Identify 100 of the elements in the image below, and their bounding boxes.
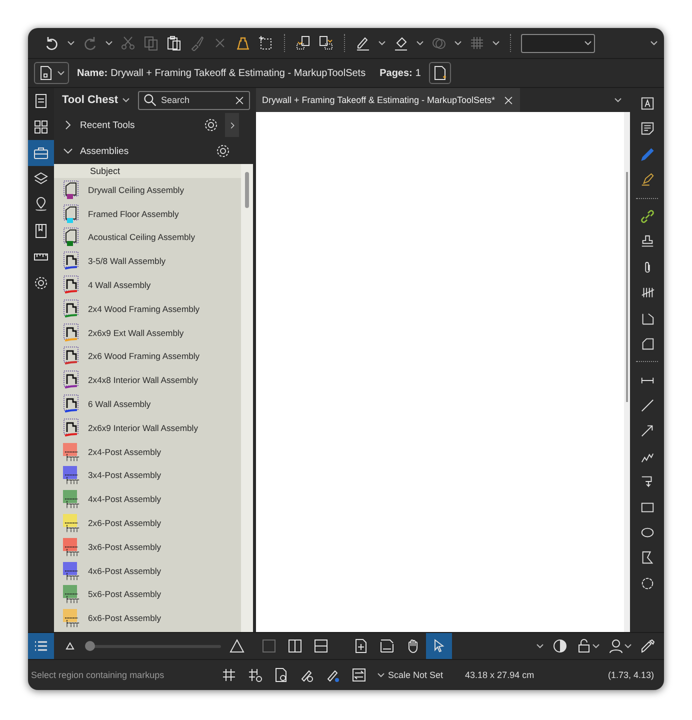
tool-item[interactable]: 3x6-Post Assembly <box>88 542 162 552</box>
grid-icon[interactable] <box>221 667 237 683</box>
post-tool-icon <box>62 513 80 534</box>
large-triangle-icon[interactable] <box>229 638 245 654</box>
map-pin-icon[interactable] <box>33 197 49 213</box>
tool-item[interactable]: Framed Floor Assembly <box>88 208 179 219</box>
eyedropper-icon[interactable] <box>640 638 656 654</box>
polygon-area-icon[interactable] <box>640 336 654 351</box>
polyline-area-icon[interactable] <box>640 310 654 326</box>
contrast-icon[interactable] <box>552 638 568 654</box>
document-tab[interactable]: Drywall + Framing Takeoff & Estimating - MarkupToolSets* <box>256 88 520 112</box>
caret-icon[interactable] <box>454 39 462 47</box>
arrow-icon[interactable] <box>640 423 654 438</box>
tool-item[interactable]: 3x4-Post Assembly <box>88 470 162 480</box>
section-header[interactable]: Recent Tools <box>80 120 197 130</box>
section-header[interactable]: Assemblies <box>80 146 209 156</box>
list-view-button[interactable] <box>28 633 54 659</box>
caret-icon[interactable] <box>492 39 500 47</box>
pen-icon[interactable] <box>640 146 654 162</box>
caret-icon[interactable] <box>624 642 632 650</box>
sidebar-tab[interactable] <box>28 140 54 166</box>
link-icon[interactable] <box>640 208 654 224</box>
stacked-page-icon[interactable] <box>313 638 329 654</box>
document-icon[interactable] <box>33 93 49 109</box>
page-insert-icon[interactable] <box>353 638 369 654</box>
weight-icon[interactable] <box>235 35 251 51</box>
caret-icon[interactable] <box>536 642 544 650</box>
highlighter-icon[interactable] <box>640 172 654 188</box>
line-icon[interactable] <box>640 398 654 414</box>
tool-item[interactable]: 2x6x9 Interior Wall Assembly <box>88 422 198 433</box>
close-icon[interactable] <box>503 94 514 106</box>
redo-icon[interactable] <box>82 35 98 51</box>
caret-icon[interactable] <box>67 39 75 47</box>
copy-icon[interactable] <box>143 35 159 51</box>
caret-icon[interactable] <box>592 642 600 650</box>
settings-icon[interactable] <box>33 275 49 291</box>
settings-icon[interactable] <box>203 117 219 133</box>
caret-icon[interactable] <box>416 39 424 47</box>
bookmark-icon[interactable] <box>33 223 49 239</box>
caret-icon[interactable] <box>614 96 622 104</box>
caret-icon[interactable] <box>378 39 386 47</box>
caret-icon[interactable] <box>650 39 658 47</box>
tool-item[interactable]: 2x4 Wood Framing Assembly <box>88 304 200 314</box>
wall-tool-icon <box>62 251 80 272</box>
caret-icon[interactable] <box>122 96 130 104</box>
close-icon[interactable] <box>234 94 246 106</box>
undo-icon[interactable] <box>44 35 60 51</box>
document-icon[interactable] <box>38 65 54 81</box>
fill-color-icon[interactable] <box>393 35 409 51</box>
stamp-icon[interactable] <box>640 234 654 250</box>
page-size: 43.18 x 27.94 cm <box>465 670 534 680</box>
brush-icon[interactable] <box>189 35 205 51</box>
tool-item[interactable]: 4x6-Post Assembly <box>88 566 162 576</box>
hatch-pattern-icon[interactable] <box>469 35 485 51</box>
tool-item[interactable]: 2x4-Post Assembly <box>88 446 162 457</box>
tool-item[interactable]: 4x4-Post Assembly <box>88 494 162 504</box>
paste-icon[interactable] <box>166 35 182 51</box>
polygon-icon[interactable] <box>640 550 654 566</box>
tool-item[interactable]: 6x6-Post Assembly <box>88 613 162 624</box>
tool-item[interactable]: 6 Wall Assembly <box>88 399 151 410</box>
scrollbar-thumb[interactable] <box>626 172 628 402</box>
search-icon[interactable] <box>143 92 158 106</box>
tool-item[interactable]: 5x6-Post Assembly <box>88 589 162 600</box>
post-tool-icon <box>62 442 80 462</box>
style-dropdown[interactable] <box>521 34 595 52</box>
user-icon[interactable] <box>608 638 624 654</box>
tool-item[interactable]: Drywall Ceiling Assembly <box>88 184 184 195</box>
panel-title[interactable]: Tool Chest <box>62 94 118 106</box>
grid-icon[interactable] <box>33 119 49 135</box>
settings-icon[interactable] <box>215 143 231 159</box>
caret-icon[interactable] <box>584 39 592 47</box>
caret-icon[interactable] <box>57 69 65 77</box>
dashed-selection-icon[interactable] <box>258 35 274 51</box>
column-header[interactable]: Subject <box>90 166 120 176</box>
area-tool-icon <box>62 180 80 200</box>
caret-icon[interactable] <box>105 39 113 47</box>
tool-item[interactable]: 3-5/8 Wall Assembly <box>88 256 166 266</box>
slider-thumb[interactable] <box>85 640 96 650</box>
lock-icon[interactable] <box>576 638 592 654</box>
tool-item[interactable]: 2x6 Wood Framing Assembly <box>88 351 200 362</box>
caret-icon[interactable] <box>377 671 385 679</box>
post-tool-icon <box>62 584 80 604</box>
text-box-icon[interactable] <box>640 96 654 111</box>
scale-dropdown[interactable]: Scale Not Set <box>388 670 444 680</box>
search-field[interactable]: Search <box>138 90 250 110</box>
tool-item[interactable]: 2x6-Post Assembly <box>88 518 162 528</box>
tool-item[interactable]: 2x4x8 Interior Wall Assembly <box>88 375 198 386</box>
tool-item[interactable]: Acoustical Ceiling Assembly <box>88 232 195 242</box>
tool-item[interactable]: 4 Wall Assembly <box>88 280 151 290</box>
wall-tool-icon <box>62 418 80 438</box>
layers-icon[interactable] <box>33 171 49 187</box>
scissors-icon[interactable] <box>120 35 136 51</box>
scrollbar-thumb[interactable] <box>245 172 249 208</box>
two-page-icon[interactable] <box>287 638 303 654</box>
toolbox-icon[interactable] <box>33 145 49 161</box>
note-icon[interactable] <box>640 121 654 136</box>
file-menu-button[interactable] <box>34 62 69 84</box>
single-page-icon[interactable] <box>261 638 277 654</box>
line-color-icon[interactable] <box>355 35 371 51</box>
tool-item[interactable]: 2x6x9 Ext Wall Assembly <box>88 328 184 338</box>
